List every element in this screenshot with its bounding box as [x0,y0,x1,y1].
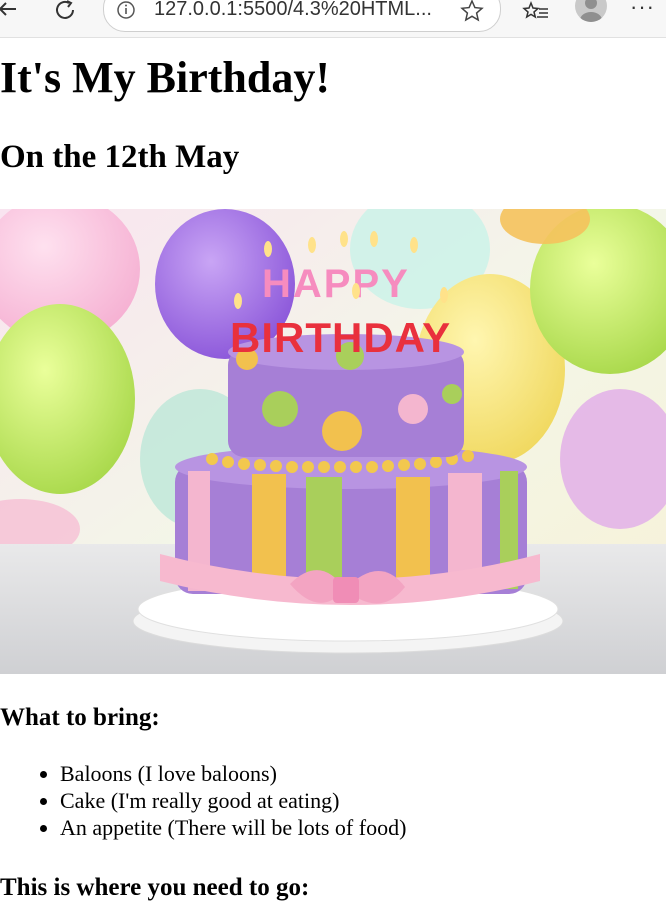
favorites-button[interactable] [522,0,550,24]
reload-icon [56,0,74,19]
page-subtitle: On the 12th May [0,139,240,175]
back-arrow-icon [0,2,16,16]
bring-heading: What to bring: [0,704,160,731]
svg-text:HAPPY: HAPPY [262,262,410,306]
address-bar[interactable]: 127.0.0.1:5500/4.3%20HTML... [103,0,501,32]
profile-avatar[interactable] [575,0,607,22]
page-title: It's My Birthday! [0,53,330,102]
avatar-icon [580,0,602,22]
list-item: Cake (I'm really good at eating) [60,787,406,814]
more-menu-icon[interactable]: ··· [630,0,655,20]
url-text: 127.0.0.1:5500/4.3%20HTML... [154,0,432,20]
list-item: An appetite (There will be lots of food) [60,814,406,841]
reload-button[interactable] [52,0,80,24]
birthday-cake-image: HAPPY BIRTHDAY [0,209,666,674]
svg-text:BIRTHDAY: BIRTHDAY [230,314,451,361]
bring-list: Baloons (I love baloons) Cake (I'm reall… [0,760,406,841]
favorites-list-icon [522,0,548,19]
directions-heading: This is where you need to go: [0,874,310,901]
favorite-star-icon[interactable] [460,0,484,28]
list-item: Baloons (I love baloons) [60,760,406,787]
back-button[interactable] [0,0,22,24]
site-info-icon[interactable] [116,0,136,25]
browser-toolbar: 127.0.0.1:5500/4.3%20HTML... ··· [0,0,666,38]
